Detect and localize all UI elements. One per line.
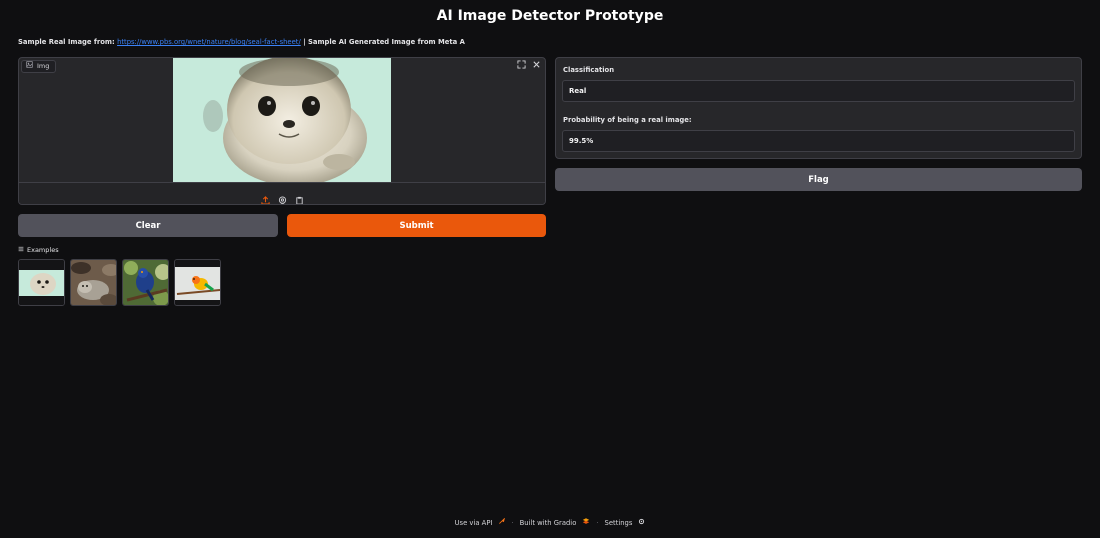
gear-icon[interactable]: [638, 518, 645, 527]
clipboard-icon[interactable]: [295, 190, 304, 204]
classification-output[interactable]: Real: [562, 80, 1075, 102]
close-icon[interactable]: [532, 60, 541, 72]
probability-output[interactable]: 99.5%: [562, 130, 1075, 152]
example-blue-bird[interactable]: [122, 259, 169, 306]
list-icon: [18, 246, 24, 254]
image-icon: [26, 61, 33, 72]
example-parrot[interactable]: [174, 259, 221, 306]
page-title: AI Image Detector Prototype: [436, 8, 664, 24]
fullscreen-icon[interactable]: [517, 60, 526, 72]
source-description: Sample Real Image from: https://www.pbs.…: [18, 38, 1082, 46]
example-seals-on-rocks[interactable]: [70, 259, 117, 306]
examples-header: Examples: [18, 246, 59, 254]
image-input-label-text: Img: [37, 62, 50, 70]
footer: Use via API · Built with Gradio · Settin…: [0, 517, 1100, 527]
output-panel: Classification Real Probability of being…: [555, 57, 1082, 159]
real-source-link[interactable]: https://www.pbs.org/wnet/nature/blog/sea…: [117, 38, 301, 46]
example-seal-closeup[interactable]: [18, 259, 65, 306]
footer-separator: ·: [596, 518, 599, 527]
gradio-link[interactable]: Built with Gradio: [520, 519, 577, 527]
probability-label: Probability of being a real image:: [563, 116, 692, 124]
gradio-logo-icon: [582, 518, 590, 527]
app-root: AI Image Detector Prototype Sample Real …: [0, 0, 1100, 538]
settings-link[interactable]: Settings: [605, 519, 633, 527]
upload-icon[interactable]: [260, 190, 270, 204]
image-input-label: Img: [21, 60, 57, 73]
classification-label: Classification: [563, 66, 615, 74]
clear-button[interactable]: Clear: [18, 214, 278, 237]
ai-source-label: | Sample AI Generated Image from Meta A: [303, 38, 465, 46]
submit-button[interactable]: Submit: [287, 214, 546, 237]
image-panel-tools: [517, 60, 541, 72]
image-input-panel[interactable]: Img: [18, 57, 546, 205]
examples-gallery: [18, 259, 221, 306]
webcam-icon[interactable]: [278, 190, 287, 204]
api-link[interactable]: Use via API: [455, 519, 493, 527]
uploaded-image-preview: [173, 58, 391, 186]
rocket-icon: [498, 517, 506, 527]
image-source-toolbar: [19, 182, 545, 204]
examples-label: Examples: [27, 246, 59, 254]
footer-separator: ·: [511, 518, 514, 527]
real-source-label: Sample Real Image from:: [18, 38, 115, 46]
flag-button[interactable]: Flag: [555, 168, 1082, 191]
